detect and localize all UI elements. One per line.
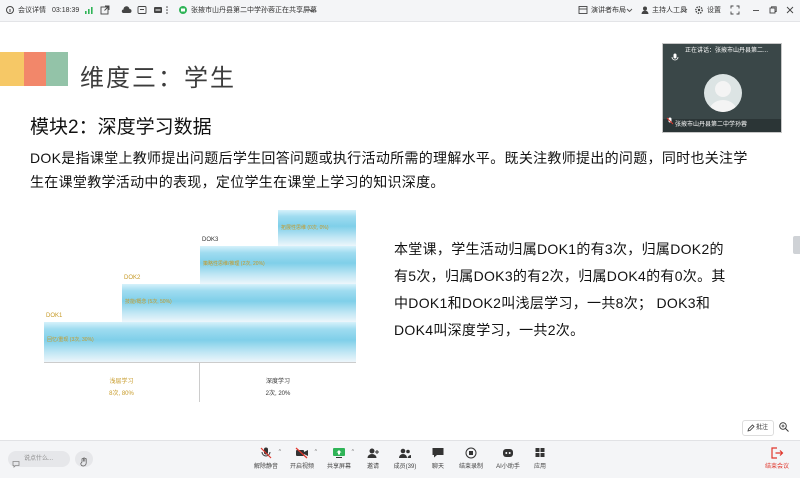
ai-assistant-icon <box>501 446 515 458</box>
base-value: 8次, 80% <box>109 391 134 397</box>
pyramid-caption-dok1: DOK1 <box>46 313 63 319</box>
external-link-icon[interactable] <box>100 5 110 17</box>
sharing-dropdown-icon[interactable] <box>308 5 316 17</box>
meeting-toolbar: 说点什么... 解除静音 ^ 开启视频 ^ 共享屏幕 ^ 邀请 成员(39) 聊… <box>0 440 800 478</box>
chevron-up-icon[interactable]: ^ <box>279 449 281 455</box>
invite-icon <box>366 446 380 458</box>
toolbar-label: 聊天 <box>431 464 444 470</box>
whiteboard-icon[interactable] <box>137 5 147 17</box>
summary-text: 本堂课，学生活动归属DOK1的有3次，归属DOK2的有5次，归属DOK3的有2次… <box>394 241 726 338</box>
deco-bar-orange <box>24 52 46 86</box>
base-label: 深度学习 <box>265 379 290 385</box>
more-icon[interactable] <box>163 5 171 17</box>
record-icon <box>464 446 478 459</box>
pyramid-base-shallow: 浅层学习 8次, 80% <box>44 362 200 402</box>
sharing-notice: 张掖市山丹县第二中学孙蓉正在共享屏幕 <box>191 7 317 14</box>
apps-button[interactable]: 应用 <box>523 446 557 476</box>
hand-icon <box>80 454 89 472</box>
pyramid-level-label: 技能/概念 (5次, 50%) <box>125 299 172 305</box>
end-meeting-button[interactable]: 结束会议 <box>760 446 794 476</box>
annotate-button[interactable]: 批注 <box>742 420 774 436</box>
settings-button[interactable]: 设置 <box>707 5 721 17</box>
pyramid-level-label: 拓展性思维 (0次, 0%) <box>281 225 329 231</box>
presenter-layout-chevron-icon[interactable] <box>626 5 633 17</box>
muted-mic-icon <box>666 112 674 130</box>
apps-icon <box>533 446 547 458</box>
side-panel-handle[interactable] <box>793 236 800 254</box>
mic-off-icon <box>259 446 273 459</box>
meeting-details-link[interactable]: 会议详情 <box>18 5 46 17</box>
pyramid-caption-dok2: DOK2 <box>124 275 141 281</box>
share-screen-button[interactable]: 共享屏幕 ^ <box>322 446 356 476</box>
dok-pyramid: 拓展性思维 (0次, 0%) DOK3 策略性思维/推理 (2次, 20%) D… <box>44 208 364 403</box>
meeting-info-icon[interactable] <box>5 5 15 17</box>
pyramid-level-label: 回忆/重现 (3次, 30%) <box>47 337 94 343</box>
pyramid-level-label: 策略性思维/推理 (2次, 20%) <box>203 261 265 267</box>
deco-bar-yellow <box>0 52 24 86</box>
toolbar-label: 结束录制 <box>458 464 483 470</box>
zoom-icon[interactable] <box>778 420 792 436</box>
pyramid-level-dok1: 回忆/重现 (3次, 30%) <box>44 322 356 362</box>
screen-share-status-icon <box>178 5 188 17</box>
toolbar-label: 邀请 <box>366 464 379 470</box>
exit-icon <box>770 446 784 459</box>
definition-text: DOK是指课堂上教师提出问题后学生回答问题或执行活动所需的理解水平。既关注教师提… <box>30 150 748 190</box>
chevron-up-icon[interactable]: ^ <box>315 449 317 455</box>
members-button[interactable]: 成员(39) <box>388 446 422 476</box>
caption-icon[interactable] <box>153 5 163 17</box>
members-icon <box>398 446 412 458</box>
toolbar-label: AI小助手 <box>496 464 520 470</box>
pyramid-level-dok2: 技能/概念 (5次, 50%) <box>122 284 356 322</box>
meeting-timer: 03:18:39 <box>52 7 80 14</box>
signal-icon[interactable] <box>84 5 94 17</box>
base-value: 2次, 20% <box>265 391 291 397</box>
pyramid-level-dok3: 策略性思维/推理 (2次, 20%) <box>200 246 356 284</box>
pyramid-base-deep: 深度学习 2次, 20% <box>200 362 356 402</box>
stop-recording-button[interactable]: 结束录制 <box>454 446 488 476</box>
close-icon[interactable] <box>785 5 795 17</box>
ai-assistant-button[interactable]: AI小助手 <box>491 446 525 476</box>
toolbar-label: 解除静音 <box>253 464 278 470</box>
raise-hand-button[interactable] <box>75 451 93 467</box>
toolbar-label: 成员(39) <box>393 464 417 470</box>
participant-name: 张掖市山丹县第二中学孙蓉 <box>663 119 781 132</box>
pyramid-caption-dok3: DOK3 <box>202 237 219 243</box>
speaking-indicator: 正在讲话：张掖市山丹县第二... <box>685 48 769 54</box>
toolbar-label: 共享屏幕 <box>326 464 351 470</box>
annotate-label: 批注 <box>755 425 768 431</box>
chat-button[interactable]: 聊天 <box>421 446 455 476</box>
fullscreen-icon[interactable] <box>730 5 740 17</box>
speaker-video-tile[interactable]: 正在讲话：张掖市山丹县第二... 张掖市山丹县第二中学孙蓉 <box>662 43 782 133</box>
presenter-layout-button[interactable]: 演讲者布局 <box>591 5 626 17</box>
title-bar: 会议详情 03:18:39 张掖市山丹县第二中学孙蓉正在共享屏幕 演讲者布局 主… <box>0 0 800 22</box>
layout-icon[interactable] <box>578 5 588 17</box>
chat-icon <box>431 446 445 458</box>
cloud-icon[interactable] <box>120 5 132 17</box>
pen-icon <box>747 424 755 438</box>
toolbar-label: 应用 <box>533 464 546 470</box>
unmute-button[interactable]: 解除静音 ^ <box>249 446 283 476</box>
start-video-button[interactable]: 开启视频 ^ <box>285 446 319 476</box>
pyramid-level-dok4: 拓展性思维 (0次, 0%) <box>278 210 356 246</box>
deco-bar-green <box>46 52 68 86</box>
share-screen-icon <box>332 446 346 458</box>
chevron-up-icon[interactable]: ^ <box>352 449 354 455</box>
host-tools-chevron-icon[interactable] <box>681 5 688 17</box>
gear-icon[interactable] <box>694 5 704 17</box>
restore-icon[interactable] <box>768 5 778 17</box>
avatar <box>704 74 742 112</box>
module-title: 模块2：深度学习数据 <box>30 117 212 138</box>
slide-title: 维度三：学生 <box>80 65 236 92</box>
chat-bubble-icon <box>12 455 20 473</box>
invite-button[interactable]: 邀请 <box>356 446 390 476</box>
camera-off-icon <box>295 446 309 459</box>
end-meeting-label: 结束会议 <box>764 464 789 470</box>
minimize-icon[interactable] <box>751 5 761 17</box>
toolbar-label: 开启视频 <box>289 464 314 470</box>
host-tools-icon[interactable] <box>640 5 650 17</box>
base-label: 浅层学习 <box>109 379 134 385</box>
